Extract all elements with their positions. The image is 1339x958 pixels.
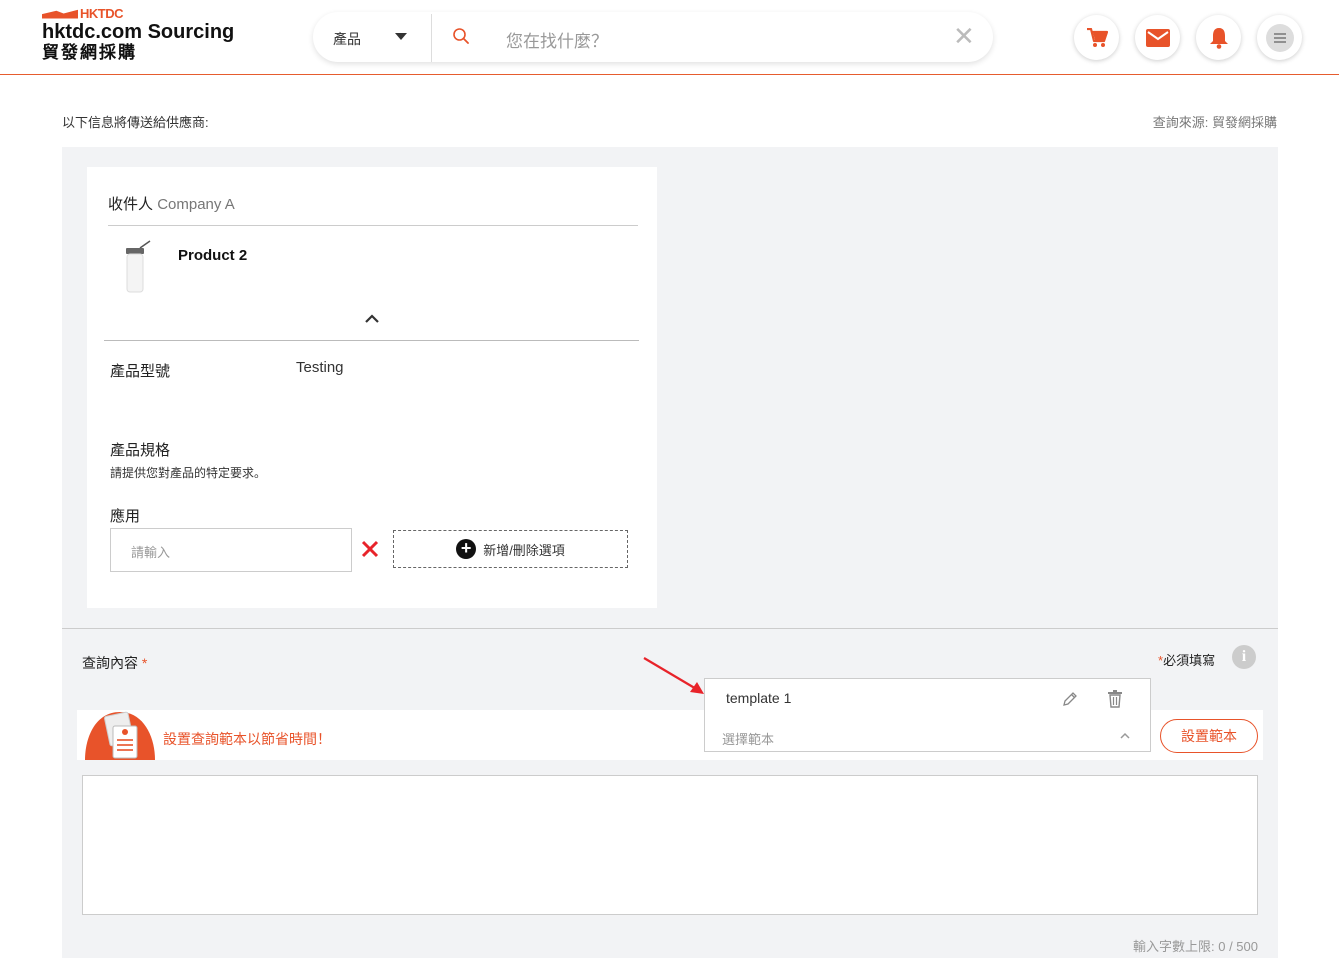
- product-thumbnail: [126, 240, 151, 293]
- template-option[interactable]: template 1: [726, 690, 791, 706]
- spec-label: 產品規格: [110, 442, 171, 459]
- divider: [104, 340, 639, 341]
- query-content-label: 查詢內容 *: [82, 653, 147, 673]
- cart-button[interactable]: [1074, 15, 1119, 60]
- edit-pencil-icon[interactable]: [1062, 691, 1078, 707]
- search-input[interactable]: 您在找什麼？: [506, 27, 608, 52]
- trash-icon[interactable]: [1108, 690, 1122, 708]
- search-category-select[interactable]: 產品: [333, 29, 361, 49]
- plus-circle-icon: +: [456, 539, 477, 559]
- menu-icon: [1265, 23, 1294, 52]
- mail-icon: [1145, 28, 1170, 47]
- query-content-textarea[interactable]: [82, 775, 1258, 915]
- remove-option-icon[interactable]: [360, 539, 380, 559]
- enquiry-source: 查詢來源: 貿發網採購: [1152, 115, 1277, 130]
- recipient-company: Company A: [157, 196, 235, 213]
- application-label: 應用: [110, 508, 141, 525]
- select-template-dropdown[interactable]: 選擇範本: [722, 729, 774, 748]
- set-template-button[interactable]: 設置範本: [1160, 719, 1258, 753]
- site-header: HKTDC hktdc.com Sourcing 貿發網採購 產品 您在找什麼？…: [0, 0, 1339, 75]
- required-star: *: [141, 655, 148, 671]
- search-icon[interactable]: [453, 28, 469, 44]
- required-note-text: 必須填寫: [1163, 653, 1216, 668]
- hktdc-logo[interactable]: HKTDC hktdc.com Sourcing 貿發網採購: [42, 6, 234, 63]
- add-remove-option-label: 新增/刪除選項: [483, 542, 565, 558]
- notifications-button[interactable]: [1196, 15, 1241, 60]
- recipient: 收件人 Company A: [108, 193, 235, 214]
- chevron-up-icon[interactable]: [364, 312, 380, 324]
- menu-button[interactable]: [1257, 15, 1302, 60]
- divider: [108, 225, 638, 226]
- template-illustration-icon: [85, 711, 155, 760]
- spec-hint: 請提供您對產品的特定要求。: [110, 466, 267, 480]
- search-bar: 產品 您在找什麼？ ✕: [313, 12, 993, 62]
- logo-title: hktdc.com Sourcing: [42, 21, 235, 43]
- character-counter: 輸入字數上限: 0 / 500: [1133, 939, 1258, 954]
- logo-subtitle: 貿發網採購: [42, 43, 137, 62]
- chevron-down-icon[interactable]: [395, 33, 407, 40]
- cart-icon: [1086, 27, 1108, 47]
- application-input[interactable]: 請輸入: [110, 528, 352, 572]
- annotation-arrow-icon: [643, 657, 704, 694]
- logo-mark: HKTDC: [42, 5, 234, 21]
- product-name[interactable]: Product 2: [178, 247, 247, 264]
- recipient-label: 收件人: [108, 196, 154, 213]
- model-label: 產品型號: [110, 363, 171, 380]
- divider: [62, 628, 1278, 629]
- add-remove-option-button[interactable]: + 新增/刪除選項: [393, 530, 628, 568]
- search-divider: [431, 14, 432, 62]
- model-value: Testing: [296, 359, 344, 376]
- query-label-text: 查詢內容: [82, 655, 138, 671]
- logo-flag-icon: [42, 7, 78, 19]
- bell-icon: [1209, 27, 1228, 49]
- clear-icon[interactable]: ✕: [953, 23, 975, 49]
- messages-button[interactable]: [1135, 15, 1180, 60]
- template-dropdown: template 1 選擇範本: [704, 678, 1151, 752]
- chevron-up-icon[interactable]: [1119, 732, 1131, 740]
- template-promo-text: 設置查詢範本以節省時間！: [163, 731, 331, 747]
- required-note: *必須填寫: [1158, 650, 1215, 669]
- supplier-info-note: 以下信息將傳送給供應商:: [62, 115, 209, 130]
- logo-brand: HKTDC: [80, 5, 124, 21]
- info-icon[interactable]: i: [1232, 645, 1256, 669]
